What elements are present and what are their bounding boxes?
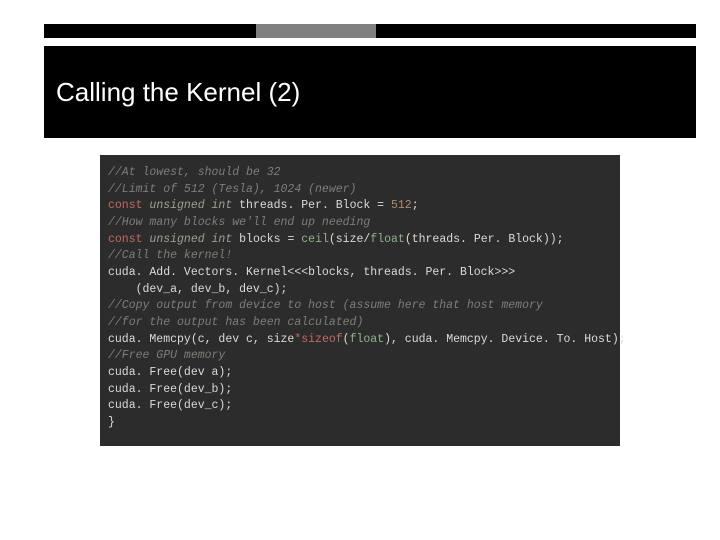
stripe-segment-1 (44, 24, 256, 38)
code-line: cuda. Memcpy(c, dev c, size*sizeof(float… (108, 332, 612, 349)
code-line: cuda. Free(dev_c); (108, 398, 612, 415)
code-line: } (108, 415, 612, 432)
stripe-segment-3 (376, 24, 696, 38)
code-text: blocks = (232, 233, 301, 246)
code-text: cuda. Memcpy(c, dev c, size (108, 333, 294, 346)
code-builtin: float (350, 333, 385, 346)
title-bar: Calling the Kernel (2) (44, 46, 696, 138)
code-type: unsigned int (149, 233, 232, 246)
code-keyword: const (108, 233, 143, 246)
code-text: ; (412, 199, 419, 212)
code-line: cuda. Free(dev_b); (108, 382, 612, 399)
code-text: (size/ (329, 233, 370, 246)
code-text: (threads. Per. Block)); (405, 233, 564, 246)
code-comment: //Limit of 512 (Tesla), 1024 (newer) (108, 183, 356, 196)
code-comment: //for the output has been calculated) (108, 316, 363, 329)
code-comment: //Copy output from device to host (assum… (108, 299, 543, 312)
code-text: ( (343, 333, 350, 346)
header-stripe (44, 24, 696, 38)
code-block: //At lowest, should be 32 //Limit of 512… (100, 155, 620, 446)
code-text: ), cuda. Memcpy. Device. To. Host); (384, 333, 626, 346)
stripe-segment-2 (256, 24, 376, 38)
code-keyword: sizeof (301, 333, 342, 346)
code-comment: //Free GPU memory (108, 349, 225, 362)
code-comment: //At lowest, should be 32 (108, 166, 281, 179)
code-comment: //How many blocks we'll end up needing (108, 216, 370, 229)
code-line: (dev_a, dev_b, dev_c); (108, 282, 612, 299)
slide: Calling the Kernel (2) //At lowest, shou… (0, 0, 720, 540)
code-type: unsigned int (149, 199, 232, 212)
code-builtin: float (370, 233, 405, 246)
code-comment: //Call the kernel! (108, 249, 232, 262)
slide-title: Calling the Kernel (2) (56, 77, 300, 108)
code-line: cuda. Add. Vectors. Kernel<<<blocks, thr… (108, 265, 612, 282)
code-line: cuda. Free(dev a); (108, 365, 612, 382)
code-line: const unsigned int blocks = ceil(size/fl… (108, 232, 612, 249)
code-line: const unsigned int threads. Per. Block =… (108, 198, 612, 215)
code-keyword: const (108, 199, 143, 212)
code-builtin: ceil (301, 233, 329, 246)
code-number: 512 (391, 199, 412, 212)
code-text: threads. Per. Block = (232, 199, 391, 212)
